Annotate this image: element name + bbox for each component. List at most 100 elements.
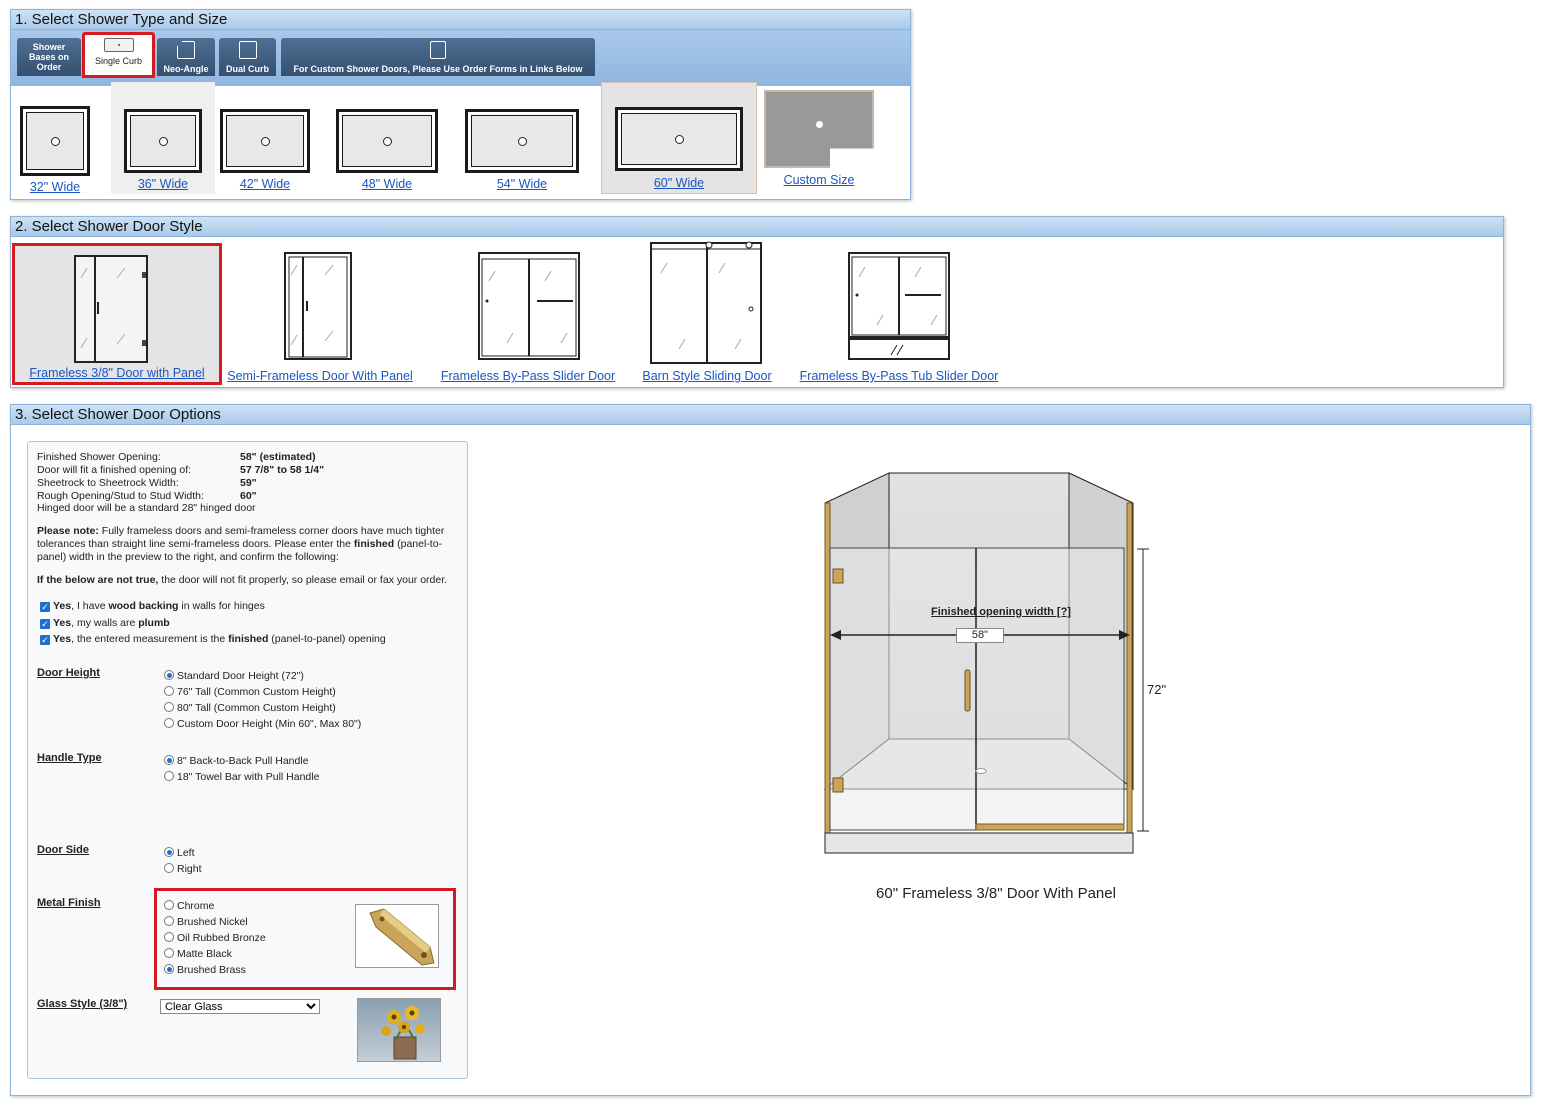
- spec-rough-label: Rough Opening/Stud to Stud Width:: [37, 490, 204, 502]
- size-60[interactable]: 60" Wide: [601, 82, 757, 194]
- metal-finish-option[interactable]: Matte Black: [164, 948, 232, 960]
- style-bypass-slider[interactable]: Frameless By-Pass Slider Door: [435, 243, 621, 385]
- tab-label: For Custom Shower Doors, Please Use Orde…: [293, 64, 583, 74]
- style-semi-frameless[interactable]: Semi-Frameless Door With Panel: [223, 243, 417, 385]
- shower-type-tabbar: Shower Bases on Order Single Curb Neo-An…: [11, 30, 910, 86]
- style-link[interactable]: Barn Style Sliding Door: [637, 369, 777, 383]
- finished-opening-label[interactable]: Finished opening width [?]: [911, 606, 1091, 618]
- spec-fit-value: 57 7/8" to 58 1/4": [240, 464, 325, 476]
- metal-finish-option[interactable]: Chrome: [164, 900, 214, 912]
- size-32[interactable]: 32" Wide: [19, 82, 91, 194]
- preview-caption: 60" Frameless 3/8" Door With Panel: [876, 885, 1116, 902]
- door-height-option[interactable]: Custom Door Height (Min 60", Max 80"): [164, 718, 361, 730]
- section-2-title: 2. Select Shower Door Style: [11, 217, 1503, 237]
- barn-door-icon: [650, 241, 762, 364]
- style-link[interactable]: Frameless By-Pass Slider Door: [435, 369, 621, 383]
- style-link[interactable]: Frameless By-Pass Tub Slider Door: [793, 369, 1005, 383]
- style-link[interactable]: Semi-Frameless Door With Panel: [223, 369, 417, 383]
- checkbox-checked-icon[interactable]: ✓: [40, 619, 50, 629]
- size-48[interactable]: 48" Wide: [335, 82, 439, 191]
- hinged-note: Hinged door will be a standard 28" hinge…: [37, 502, 256, 514]
- radio-selected-icon[interactable]: [164, 755, 174, 765]
- check-finished[interactable]: ✓ Yes, the entered measurement is the fin…: [40, 633, 386, 645]
- size-54[interactable]: 54" Wide: [464, 82, 580, 191]
- opening-width-input[interactable]: 58": [956, 628, 1004, 643]
- radio-icon[interactable]: [164, 771, 174, 781]
- size-custom[interactable]: Custom Size: [763, 82, 875, 187]
- size-link[interactable]: 48" Wide: [335, 177, 439, 191]
- tub-slider-icon: [848, 252, 950, 360]
- tab-custom-doors[interactable]: For Custom Shower Doors, Please Use Orde…: [281, 38, 595, 76]
- glass-style-select[interactable]: Clear Glass: [160, 999, 320, 1014]
- door-height-option[interactable]: 76" Tall (Common Custom Height): [164, 686, 336, 698]
- style-frameless-door-panel[interactable]: Frameless 3/8" Door with Panel: [12, 243, 222, 385]
- custom-base-icon: [764, 90, 874, 168]
- size-link[interactable]: 60" Wide: [602, 176, 756, 190]
- style-tub-slider[interactable]: Frameless By-Pass Tub Slider Door: [793, 243, 1005, 385]
- radio-icon[interactable]: [164, 718, 174, 728]
- metal-finish-option[interactable]: Oil Rubbed Bronze: [164, 932, 266, 944]
- shower-base-icon: [20, 106, 90, 176]
- checkbox-checked-icon[interactable]: ✓: [40, 602, 50, 612]
- radio-icon[interactable]: [164, 916, 174, 926]
- spec-sheetrock-value: 59": [240, 477, 257, 489]
- shower-base-icon: [124, 109, 202, 173]
- tab-label: Single Curb: [94, 56, 143, 66]
- size-42[interactable]: 42" Wide: [219, 82, 311, 191]
- tab-neo-angle[interactable]: Neo-Angle: [157, 38, 215, 76]
- metal-finish-option[interactable]: Brushed Nickel: [164, 916, 248, 928]
- semi-frameless-door-icon: [284, 252, 352, 360]
- options-form: Finished Shower Opening: 58" (estimated)…: [27, 441, 468, 1079]
- tab-label: Dual Curb: [225, 64, 269, 74]
- style-link[interactable]: Frameless 3/8" Door with Panel: [15, 366, 219, 380]
- door-height-option[interactable]: Standard Door Height (72"): [164, 670, 304, 682]
- section-1-title: 1. Select Shower Type and Size: [11, 10, 910, 30]
- door-side-option[interactable]: Left: [164, 847, 195, 859]
- radio-icon[interactable]: [164, 863, 174, 873]
- glass-preview-image: [357, 998, 441, 1062]
- checkbox-checked-icon[interactable]: ✓: [40, 635, 50, 645]
- radio-icon[interactable]: [164, 948, 174, 958]
- handle-type-option[interactable]: 18" Towel Bar with Pull Handle: [164, 771, 319, 783]
- tab-shower-bases[interactable]: Shower Bases on Order: [17, 38, 81, 76]
- radio-icon[interactable]: [164, 686, 174, 696]
- brass-hinge-swatch: [355, 904, 439, 968]
- spec-opening-label: Finished Shower Opening:: [37, 451, 161, 463]
- radio-icon[interactable]: [164, 900, 174, 910]
- size-link[interactable]: 32" Wide: [19, 180, 91, 194]
- metal-finish-option[interactable]: Brushed Brass: [164, 964, 246, 976]
- radio-icon[interactable]: [164, 702, 174, 712]
- door-side-label: Door Side: [37, 844, 89, 856]
- handle-type-label: Handle Type: [37, 752, 102, 764]
- spec-sheetrock-label: Sheetrock to Sheetrock Width:: [37, 477, 179, 489]
- size-link[interactable]: 42" Wide: [219, 177, 311, 191]
- note-line-3: panel) width in the preview to the right…: [37, 551, 339, 563]
- door-height-option[interactable]: 80" Tall (Common Custom Height): [164, 702, 336, 714]
- spec-opening-value: 58" (estimated): [240, 451, 316, 463]
- check-plumb[interactable]: ✓ Yes, my walls are plumb: [40, 617, 170, 629]
- radio-selected-icon[interactable]: [164, 964, 174, 974]
- size-link[interactable]: 54" Wide: [464, 177, 580, 191]
- door-side-option[interactable]: Right: [164, 863, 202, 875]
- size-link[interactable]: 36" Wide: [111, 177, 215, 191]
- tab-single-curb[interactable]: Single Curb: [82, 32, 155, 78]
- radio-selected-icon[interactable]: [164, 670, 174, 680]
- check-wood-backing[interactable]: ✓ Yes, I have wood backing in walls for h…: [40, 600, 265, 612]
- size-36[interactable]: 36" Wide: [111, 82, 215, 194]
- tab-dual-curb[interactable]: Dual Curb: [219, 38, 276, 76]
- section-door-options: 3. Select Shower Door Options Finished S…: [10, 404, 1531, 1096]
- section-shower-type: 1. Select Shower Type and Size Shower Ba…: [10, 9, 911, 200]
- radio-icon[interactable]: [164, 932, 174, 942]
- flower-vase-icon: [381, 1006, 425, 1060]
- shower-base-icon: [336, 109, 438, 173]
- section-3-title: 3. Select Shower Door Options: [11, 405, 1530, 425]
- note-line-2: tolerances than straight line semi-frame…: [37, 538, 443, 550]
- shower-base-icon: [615, 107, 743, 171]
- tab-label: Neo-Angle: [163, 64, 209, 74]
- style-barn-sliding[interactable]: Barn Style Sliding Door: [637, 241, 777, 385]
- radio-selected-icon[interactable]: [164, 847, 174, 857]
- door-panel-icon: [430, 41, 446, 59]
- frameless-door-icon: [74, 255, 148, 363]
- handle-type-option[interactable]: 8" Back-to-Back Pull Handle: [164, 755, 309, 767]
- size-link[interactable]: Custom Size: [763, 173, 875, 187]
